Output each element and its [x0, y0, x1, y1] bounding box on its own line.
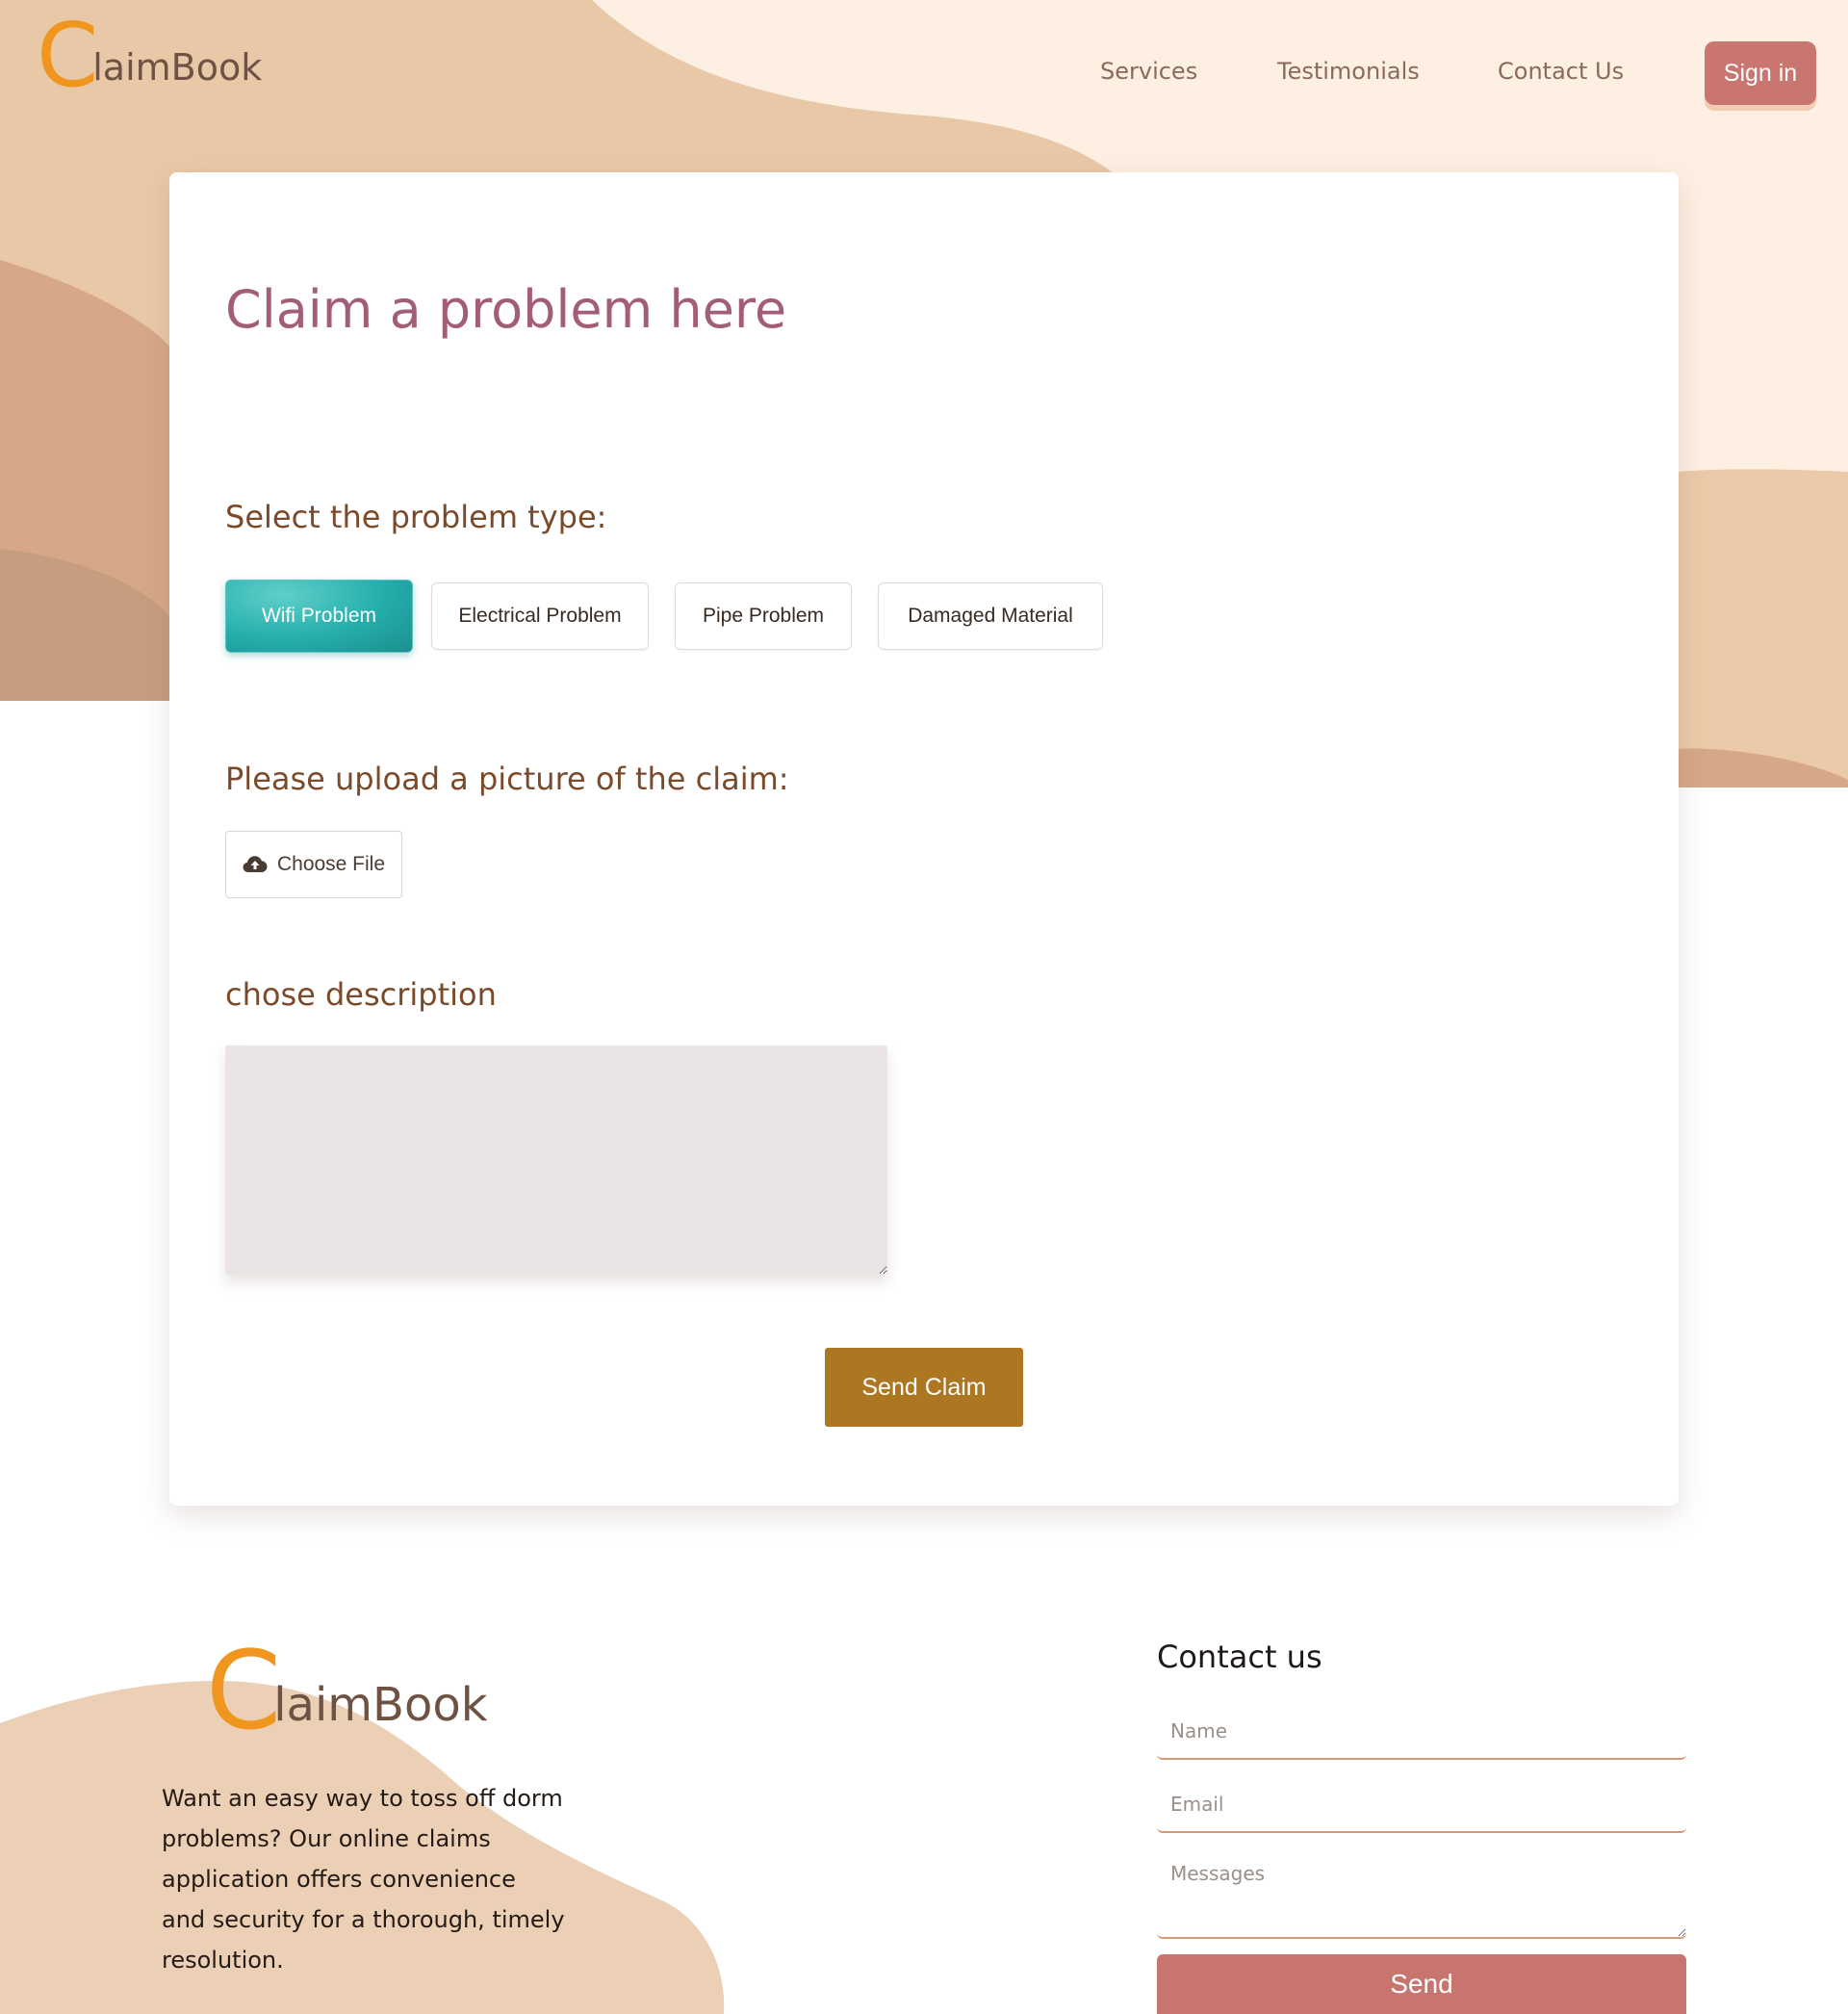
- problem-type-electrical-button[interactable]: Electrical Problem: [431, 582, 649, 650]
- problem-type-wifi-button[interactable]: Wifi Problem: [225, 580, 413, 653]
- upload-label: Please upload a picture of the claim:: [225, 761, 789, 797]
- footer-description: Want an easy way to toss off dorm proble…: [162, 1785, 565, 1974]
- footer-logo-text: laimBook: [273, 1678, 488, 1732]
- problem-type-label: Select the problem type:: [225, 499, 607, 535]
- footer-logo-initial: C: [206, 1629, 281, 1754]
- description-label: chose description: [225, 976, 497, 1013]
- send-claim-button[interactable]: Send Claim: [825, 1348, 1023, 1427]
- brand-logo[interactable]: C laimBook: [37, 4, 263, 107]
- nav-link-contact[interactable]: Contact Us: [1498, 58, 1624, 85]
- contact-title: Contact us: [1157, 1639, 1322, 1675]
- problem-type-pipe-button[interactable]: Pipe Problem: [675, 582, 852, 650]
- nav-link-testimonials[interactable]: Testimonials: [1277, 58, 1420, 85]
- cloud-upload-icon: [243, 856, 268, 872]
- choose-file-label: Choose File: [276, 853, 386, 875]
- logo-text: laimBook: [92, 46, 263, 89]
- description-textarea[interactable]: [225, 1046, 887, 1275]
- contact-email-input[interactable]: [1157, 1777, 1686, 1833]
- claim-form-card: Claim a problem here Select the problem …: [169, 172, 1679, 1506]
- contact-messages-input[interactable]: [1157, 1848, 1686, 1939]
- nav-link-services[interactable]: Services: [1100, 58, 1197, 85]
- contact-name-input[interactable]: [1157, 1704, 1686, 1760]
- sign-in-button[interactable]: Sign in: [1705, 41, 1816, 105]
- logo-initial: C: [37, 4, 98, 107]
- choose-file-button[interactable]: Choose File: [225, 831, 402, 898]
- site-header: C laimBook Services Testimonials Contact…: [0, 0, 1848, 144]
- contact-send-button[interactable]: Send: [1157, 1954, 1686, 2014]
- footer-brand-logo: C laimBook: [206, 1629, 488, 1754]
- problem-type-damaged-button[interactable]: Damaged Material: [878, 582, 1103, 650]
- page-title: Claim a problem here: [225, 279, 787, 340]
